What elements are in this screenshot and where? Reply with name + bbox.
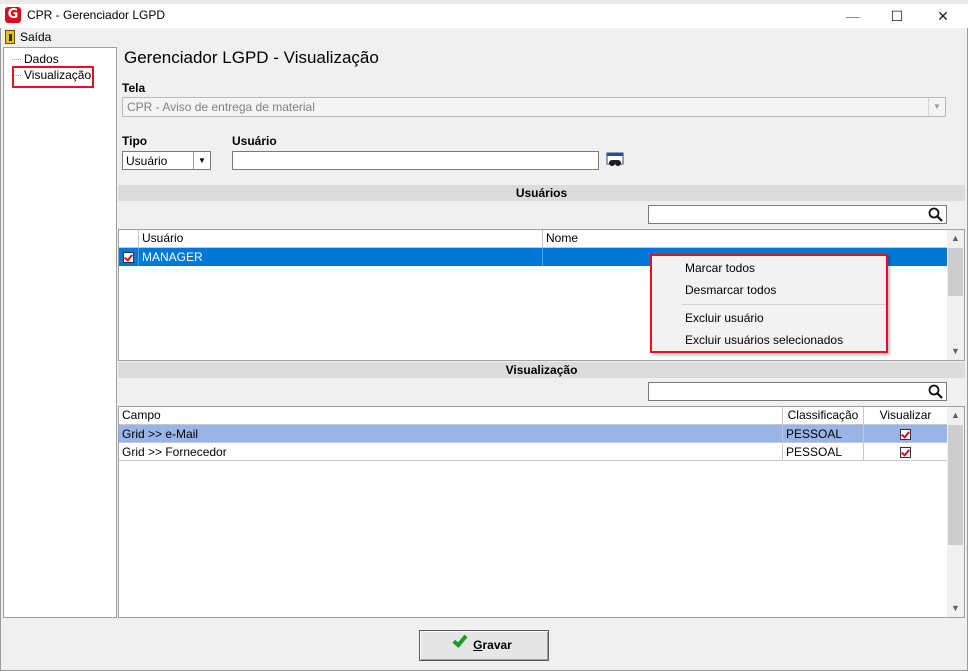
- gravar-button[interactable]: Gravar: [419, 630, 549, 661]
- tree-connector: [12, 59, 21, 60]
- chevron-down-icon[interactable]: ▼: [193, 152, 210, 169]
- row-checkbox-cell[interactable]: [119, 248, 139, 266]
- tipo-value: Usuário: [126, 154, 168, 168]
- window-title: CPR - Gerenciador LGPD: [27, 8, 166, 22]
- scroll-thumb[interactable]: [948, 248, 963, 296]
- column-header-campo[interactable]: Campo: [119, 407, 783, 424]
- checkbox-checked[interactable]: [900, 447, 911, 459]
- cell-classificacao: PESSOAL: [783, 443, 864, 461]
- search-icon[interactable]: [928, 207, 943, 222]
- context-menu: Marcar todos Desmarcar todos Excluir usu…: [650, 254, 888, 353]
- menu-bar: Saída: [0, 28, 968, 46]
- title-bar: G CPR - Gerenciador LGPD — ☐ ✕: [0, 4, 968, 28]
- visualizacao-grid: Campo Classificação Visualizar Grid >> e…: [118, 406, 965, 618]
- usuario-input[interactable]: [232, 151, 599, 170]
- minimize-button[interactable]: —: [830, 4, 876, 28]
- gravar-label: ravar: [482, 638, 512, 652]
- navigation-tree: Dados Visualização: [3, 47, 117, 618]
- tela-label: Tela: [122, 81, 146, 95]
- column-header-visualizar[interactable]: Visualizar: [864, 407, 948, 424]
- cell-visualizar[interactable]: [864, 443, 948, 461]
- cell-campo: Grid >> e-Mail: [119, 425, 783, 443]
- scroll-up-icon[interactable]: ▲: [947, 230, 964, 247]
- table-row[interactable]: Grid >> Fornecedor PESSOAL: [119, 443, 948, 461]
- cell-campo: Grid >> Fornecedor: [119, 443, 783, 461]
- tree-item-label: Dados: [24, 52, 59, 66]
- column-header-classificacao[interactable]: Classificação: [783, 407, 864, 424]
- tree-item-dados[interactable]: Dados: [12, 52, 59, 66]
- app-logo-icon: G: [5, 7, 21, 23]
- menu-item-excluir-usuario[interactable]: Excluir usuário: [685, 311, 764, 325]
- tipo-combo[interactable]: Usuário ▼: [122, 151, 211, 170]
- maximize-button[interactable]: ☐: [874, 4, 920, 28]
- exit-door-icon[interactable]: [5, 30, 15, 44]
- menu-item-desmarcar-todos[interactable]: Desmarcar todos: [685, 283, 776, 297]
- visualizacao-search-input[interactable]: [648, 382, 947, 401]
- visualizacao-section-header: Visualização: [118, 362, 965, 378]
- menu-separator: [682, 304, 886, 305]
- column-header-nome[interactable]: Nome: [543, 230, 948, 247]
- cell-classificacao: PESSOAL: [783, 425, 864, 443]
- menu-exit[interactable]: Saída: [20, 30, 51, 44]
- visualizacao-search-value: [649, 383, 652, 397]
- tipo-label: Tipo: [122, 134, 148, 148]
- usuario-input-value: [233, 152, 236, 166]
- page-title: Gerenciador LGPD - Visualização: [124, 48, 379, 67]
- checkbox-column-header[interactable]: [119, 230, 139, 247]
- column-header-usuario[interactable]: Usuário: [139, 230, 543, 247]
- cell-usuario: MANAGER: [139, 248, 543, 266]
- usuarios-section-header: Usuários: [118, 185, 965, 201]
- table-row[interactable]: Grid >> e-Mail PESSOAL: [119, 425, 948, 443]
- checkmark-icon: [452, 632, 468, 648]
- scroll-up-icon[interactable]: ▲: [947, 407, 964, 424]
- chevron-down-icon[interactable]: ▼: [928, 98, 945, 116]
- usuario-label: Usuário: [232, 134, 277, 148]
- scroll-thumb[interactable]: [948, 425, 963, 545]
- visualizacao-scrollbar[interactable]: ▲ ▼: [947, 407, 964, 617]
- checkbox-checked[interactable]: [900, 429, 911, 441]
- cell-visualizar[interactable]: [864, 425, 948, 443]
- scroll-down-icon[interactable]: ▼: [947, 343, 964, 360]
- close-button[interactable]: ✕: [920, 4, 966, 28]
- menu-item-marcar-todos[interactable]: Marcar todos: [685, 261, 755, 275]
- search-icon[interactable]: [928, 384, 943, 399]
- tela-value: CPR - Aviso de entrega de material: [127, 100, 315, 114]
- usuarios-grid-header: Usuário Nome: [119, 230, 948, 248]
- scroll-down-icon[interactable]: ▼: [947, 600, 964, 617]
- visualizacao-grid-header: Campo Classificação Visualizar: [119, 407, 948, 425]
- tela-combo[interactable]: CPR - Aviso de entrega de material ▼: [122, 97, 946, 117]
- binoculars-search-icon[interactable]: [606, 152, 624, 168]
- menu-item-excluir-selecionados[interactable]: Excluir usuários selecionados: [685, 333, 843, 347]
- usuarios-search-value: [649, 206, 652, 220]
- usuarios-scrollbar[interactable]: ▲ ▼: [947, 230, 964, 360]
- selection-highlight-box: [12, 66, 94, 88]
- checkbox-checked[interactable]: [123, 252, 134, 264]
- usuarios-search-input[interactable]: [648, 205, 947, 224]
